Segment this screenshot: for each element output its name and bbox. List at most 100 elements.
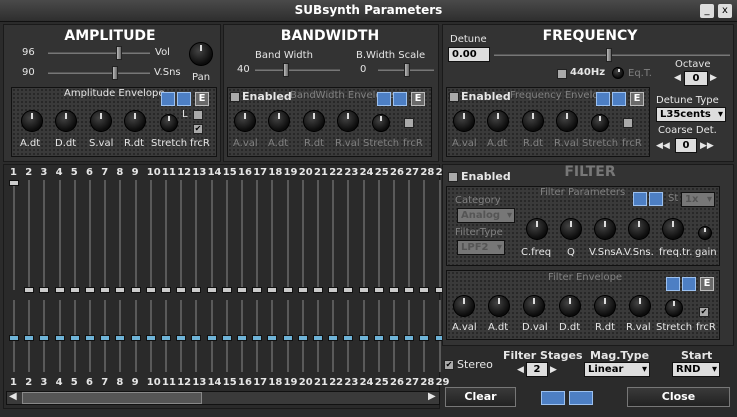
harmonic-bandwidth-slider[interactable] (419, 300, 430, 372)
eqt-knob[interactable] (612, 67, 624, 79)
harmonic-bandwidth-slider[interactable] (85, 300, 95, 372)
harmonic-magnitude-slider[interactable] (39, 180, 50, 293)
bw-rdt-knob[interactable] (303, 110, 325, 132)
amp-adt-knob[interactable] (21, 110, 43, 132)
bw-rval-knob[interactable] (337, 110, 359, 132)
filter-mult-dropdown[interactable]: 1x (681, 192, 715, 207)
stereo-checkbox[interactable]: ✔ (444, 360, 454, 370)
harmonic-magnitude-slider[interactable] (343, 180, 354, 293)
harmonic-bandwidth-slider[interactable] (161, 300, 171, 372)
harmonic-magnitude-slider[interactable] (115, 180, 126, 293)
harmonic-bandwidth-slider[interactable] (9, 300, 19, 372)
harmonic-magnitude-slider[interactable] (282, 180, 293, 293)
bw-adt-knob[interactable] (268, 110, 290, 132)
harmonic-bandwidth-slider[interactable] (313, 300, 323, 372)
freq-frcr-checkbox[interactable] (623, 118, 633, 128)
stages-inc-icon[interactable]: ▶ (550, 365, 557, 375)
harmonic-bandwidth-slider[interactable] (237, 300, 247, 372)
amp-ddt-knob[interactable] (55, 110, 77, 132)
harmonic-magnitude-slider[interactable] (145, 180, 156, 293)
bw-stretch-knob[interactable] (372, 114, 390, 132)
harmonic-magnitude-slider[interactable] (206, 180, 217, 293)
freqtr-knob[interactable] (662, 218, 684, 240)
harmonic-bandwidth-slider[interactable] (358, 300, 369, 372)
filter-env-edit-button[interactable]: E (700, 277, 714, 291)
filtertype-dropdown[interactable]: LPF2 (457, 240, 505, 255)
harmonic-magnitude-slider[interactable] (358, 180, 369, 293)
detune-slider[interactable] (494, 48, 730, 62)
detune-value-field[interactable]: 0.00 (448, 47, 490, 62)
harmonic-bandwidth-slider[interactable] (145, 300, 156, 372)
filter-params-blue-button-1[interactable] (633, 192, 647, 206)
fenv-stretch-knob[interactable] (665, 299, 683, 317)
filter-params-blue-button-2[interactable] (649, 192, 663, 206)
harmonic-magnitude-slider[interactable] (130, 180, 141, 293)
bw-aval-knob[interactable] (234, 110, 256, 132)
category-dropdown[interactable]: Analog (457, 208, 515, 223)
stages-dec-icon[interactable]: ◀ (517, 365, 524, 375)
bwscale-slider[interactable] (378, 63, 434, 77)
harmonic-bandwidth-slider[interactable] (39, 300, 50, 372)
scroll-thumb[interactable] (22, 392, 202, 404)
vsnsa-knob[interactable] (594, 218, 616, 240)
harmonic-bandwidth-slider[interactable] (176, 300, 187, 372)
harmonic-magnitude-slider[interactable] (419, 180, 430, 293)
harmonic-bandwidth-slider[interactable] (130, 300, 141, 372)
harmonic-magnitude-slider[interactable] (100, 180, 111, 293)
amp-env-blue-button-1[interactable] (161, 92, 175, 106)
harmonic-magnitude-slider[interactable] (328, 180, 339, 293)
harmonic-bandwidth-slider[interactable] (434, 300, 445, 372)
coarse-inc-icon[interactable]: ▶▶ (700, 141, 714, 151)
pan-knob[interactable] (189, 42, 213, 66)
detune-type-dropdown[interactable]: L35cents (656, 107, 726, 122)
bw-env-blue-button-2[interactable] (393, 92, 407, 106)
harmonic-magnitude-slider[interactable] (191, 180, 202, 293)
harmonic-bandwidth-slider[interactable] (115, 300, 126, 372)
amp-stretch-knob[interactable] (160, 114, 178, 132)
scroll-right-icon[interactable]: ▶ (428, 391, 436, 402)
filter-env-blue-button-1[interactable] (666, 277, 680, 291)
filter-enabled-checkbox[interactable] (448, 172, 458, 182)
gain-knob[interactable] (698, 226, 712, 240)
freq-stretch-knob[interactable] (591, 114, 609, 132)
fenv-rval-knob[interactable] (629, 295, 651, 317)
amp-env-edit-button[interactable]: E (195, 92, 209, 106)
close-window-button[interactable]: x (718, 4, 732, 18)
harmonic-magnitude-slider[interactable] (24, 180, 35, 293)
harmonic-magnitude-slider[interactable] (54, 180, 65, 293)
harmonic-magnitude-slider[interactable] (389, 180, 399, 293)
fenv-ddt-knob[interactable] (559, 295, 581, 317)
paste-button[interactable] (569, 391, 593, 405)
cfreq-knob[interactable] (526, 218, 548, 240)
vol-slider[interactable] (48, 46, 150, 60)
fenv-dval-knob[interactable] (523, 295, 545, 317)
harmonic-magnitude-slider[interactable] (9, 180, 19, 290)
start-dropdown[interactable]: RND (672, 362, 720, 377)
harmonic-bandwidth-slider[interactable] (100, 300, 111, 372)
freq-env-blue-button-1[interactable] (596, 92, 610, 106)
freq-env-edit-button[interactable]: E (630, 92, 644, 106)
harmonic-bandwidth-slider[interactable] (69, 300, 80, 372)
clear-button[interactable]: Clear (445, 387, 516, 407)
vsns-filter-knob[interactable] (628, 218, 650, 240)
bandwidth-slider[interactable] (255, 63, 340, 77)
harmonic-magnitude-slider[interactable] (297, 180, 308, 293)
harmonic-bandwidth-slider[interactable] (206, 300, 217, 372)
440hz-checkbox[interactable] (557, 69, 567, 79)
filter-env-blue-button-2[interactable] (682, 277, 696, 291)
harmonic-magnitude-slider[interactable] (373, 180, 384, 293)
fenv-rdt-knob[interactable] (594, 295, 616, 317)
minimize-button[interactable]: _ (700, 4, 714, 18)
harmonic-magnitude-slider[interactable] (221, 180, 232, 293)
harmonic-bandwidth-slider[interactable] (267, 300, 278, 372)
harmonic-bandwidth-slider[interactable] (328, 300, 339, 372)
octave-value-field[interactable]: 0 (684, 71, 708, 86)
harmonic-bandwidth-slider[interactable] (54, 300, 65, 372)
harmonic-magnitude-slider[interactable] (404, 180, 415, 293)
harmonic-magnitude-slider[interactable] (267, 180, 278, 293)
harmonic-bandwidth-slider[interactable] (191, 300, 202, 372)
harmonic-bandwidth-slider[interactable] (252, 300, 263, 372)
magtype-dropdown[interactable]: Linear (584, 362, 650, 377)
freq-aval-knob[interactable] (453, 110, 475, 132)
bw-env-edit-button[interactable]: E (411, 92, 425, 106)
